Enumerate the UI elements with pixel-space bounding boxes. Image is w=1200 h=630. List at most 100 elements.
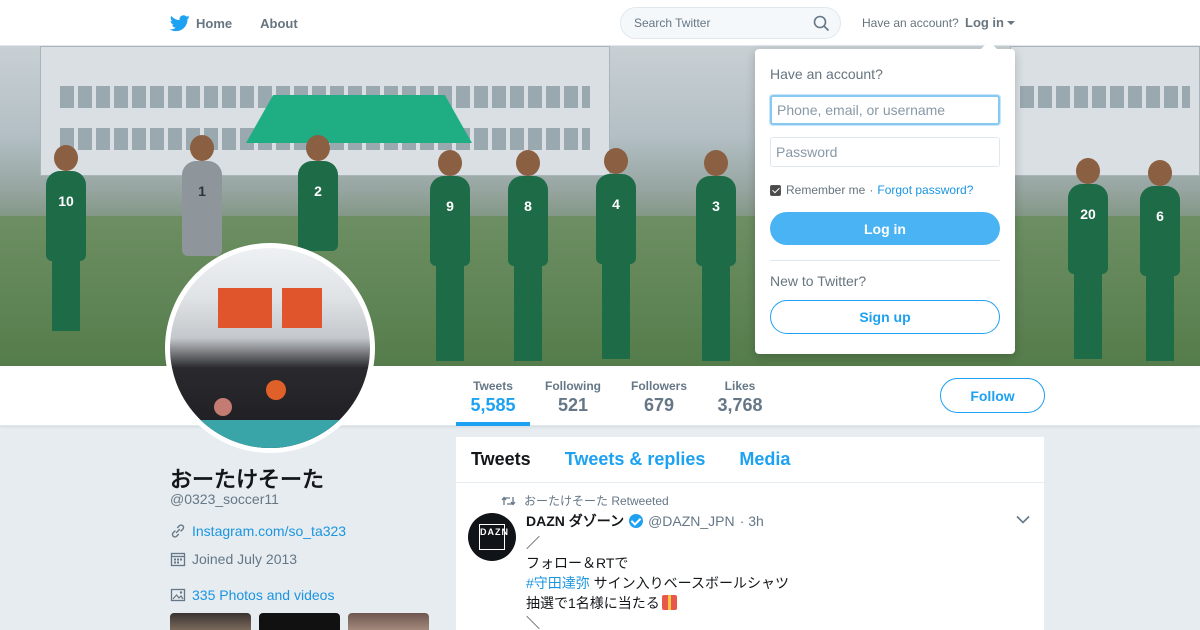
player-head xyxy=(1148,160,1172,186)
dazn-logo: DAZN xyxy=(479,524,508,550)
verified-badge-icon xyxy=(629,514,644,528)
avatar-photo-detail xyxy=(170,420,370,448)
player-number: 2 xyxy=(314,183,322,199)
retweet-icon xyxy=(501,495,516,506)
tweet-hashtag[interactable]: #守田達弥 xyxy=(526,575,590,591)
tweet-author-avatar[interactable]: DAZN xyxy=(468,513,516,561)
have-account-text: Have an account? xyxy=(862,16,959,30)
login-button[interactable]: Log in xyxy=(770,212,1000,245)
gift-ribbon xyxy=(667,595,671,610)
stat-label: Followers xyxy=(630,379,687,393)
retweeted-by-text[interactable]: おーたけそーた Retweeted xyxy=(524,492,669,509)
stat-value: 679 xyxy=(643,395,675,415)
photos-link[interactable]: 335 Photos and videos xyxy=(192,587,334,603)
tweet-text-fragment: 抽選で1名様に当たる xyxy=(526,595,660,611)
chevron-down-icon[interactable] xyxy=(1016,515,1030,524)
profile-joined: Joined July 2013 xyxy=(170,551,297,567)
username-input[interactable] xyxy=(770,95,1000,125)
player-number: 6 xyxy=(1156,208,1164,224)
timeline-tabs: Tweets Tweets & replies Media xyxy=(456,437,1044,483)
tab-tweets-and-replies[interactable]: Tweets & replies xyxy=(565,449,706,470)
stat-tweets[interactable]: Tweets 5,585 xyxy=(456,366,530,426)
remember-me-label[interactable]: Remember me xyxy=(786,183,865,197)
tweet-text-line: 抽選で1名様に当たる xyxy=(526,593,677,613)
avatar-photo-detail xyxy=(282,288,322,328)
player-head xyxy=(438,150,462,176)
photo-thumbnail[interactable] xyxy=(259,613,340,630)
nav-home[interactable]: Home xyxy=(170,14,232,32)
profile-name[interactable]: おーたけそーた xyxy=(170,462,324,494)
player-number: 10 xyxy=(58,193,74,209)
banner-windows xyxy=(1020,86,1190,108)
timeline: Tweets Tweets & replies Media おーたけそーた Re… xyxy=(456,437,1044,630)
player-legs xyxy=(436,266,464,361)
avatar-photo-detail xyxy=(266,380,286,400)
tab-tweets[interactable]: Tweets xyxy=(471,449,531,470)
forgot-password-link[interactable]: Forgot password? xyxy=(877,183,973,197)
banner-player: 1 xyxy=(182,135,222,256)
player-number: 4 xyxy=(612,196,620,212)
joined-date: Joined July 2013 xyxy=(192,551,298,567)
search-placeholder: Search Twitter xyxy=(634,16,711,30)
tweet-author-handle[interactable]: @DAZN_JPN xyxy=(648,513,735,529)
banner-player: 6 xyxy=(1140,160,1180,361)
tweet-text-line: ／ xyxy=(526,535,540,551)
player-legs xyxy=(52,261,80,331)
caret-down-icon xyxy=(1007,20,1015,25)
tweet-text-line: ＼ xyxy=(526,615,540,630)
photo-thumbnail[interactable] xyxy=(170,613,251,630)
login-toggle-label: Log in xyxy=(965,15,1004,30)
signup-button[interactable]: Sign up xyxy=(770,300,1000,334)
nav-about[interactable]: About xyxy=(260,16,298,31)
player-number: 1 xyxy=(198,183,206,199)
avatar-photo-detail xyxy=(218,288,272,328)
profile-avatar[interactable] xyxy=(165,243,375,453)
player-legs xyxy=(602,264,630,359)
banner-player: 20 xyxy=(1068,158,1108,359)
stat-label: Tweets xyxy=(473,379,513,393)
profile-handle[interactable]: @0323_soccer11 xyxy=(170,491,279,507)
stat-likes[interactable]: Likes 3,768 xyxy=(712,366,768,426)
player-legs xyxy=(702,266,730,361)
player-legs xyxy=(514,266,542,361)
player-head xyxy=(704,150,728,176)
stat-followers[interactable]: Followers 679 xyxy=(626,366,692,426)
remember-me-checkbox[interactable] xyxy=(770,184,781,196)
photos-and-videos[interactable]: 335 Photos and videos xyxy=(170,587,334,603)
player-number: 3 xyxy=(712,198,720,214)
stat-label: Following xyxy=(545,379,601,393)
nav-left: Home About xyxy=(170,0,326,46)
retweeted-context: おーたけそーた Retweeted xyxy=(501,492,669,509)
login-dropdown: Have an account? Remember me · Forgot pa… xyxy=(755,41,1015,354)
tweet-text-fragment: サイン入りベースボールシャツ xyxy=(589,575,789,591)
avatar-photo xyxy=(170,248,370,448)
player-number: 9 xyxy=(446,198,454,214)
stat-value: 3,768 xyxy=(717,395,763,415)
avatar-photo-detail xyxy=(214,398,232,416)
player-head xyxy=(54,145,78,171)
website-link[interactable]: Instagram.com/so_ta323 xyxy=(192,523,346,539)
twitter-bird-icon xyxy=(170,14,190,31)
tweet-author-name[interactable]: DAZN ダゾーン xyxy=(526,511,624,531)
new-to-twitter-text: New to Twitter? xyxy=(770,273,867,289)
player-head xyxy=(306,135,330,161)
player-head xyxy=(516,150,540,176)
password-input[interactable] xyxy=(770,137,1000,167)
banner-player: 4 xyxy=(596,148,636,359)
player-legs xyxy=(1074,274,1102,359)
top-navigation-bar: Home About Search Twitter Have an accoun… xyxy=(0,0,1200,46)
tweet-timestamp[interactable]: · 3h xyxy=(740,513,764,529)
nav-about-label: About xyxy=(260,15,298,31)
search-icon[interactable] xyxy=(813,15,830,32)
player-number: 20 xyxy=(1080,206,1096,222)
stat-following[interactable]: Following 521 xyxy=(540,366,606,426)
dropdown-divider xyxy=(770,260,1000,261)
profile-website[interactable]: Instagram.com/so_ta323 xyxy=(170,523,346,539)
image-icon xyxy=(170,588,186,602)
tab-media[interactable]: Media xyxy=(739,449,790,470)
login-dropdown-toggle[interactable]: Log in xyxy=(965,15,1015,30)
follow-button[interactable]: Follow xyxy=(940,378,1045,413)
player-head xyxy=(1076,158,1100,184)
search-box[interactable]: Search Twitter xyxy=(620,7,841,39)
photo-thumbnail[interactable] xyxy=(348,613,429,630)
